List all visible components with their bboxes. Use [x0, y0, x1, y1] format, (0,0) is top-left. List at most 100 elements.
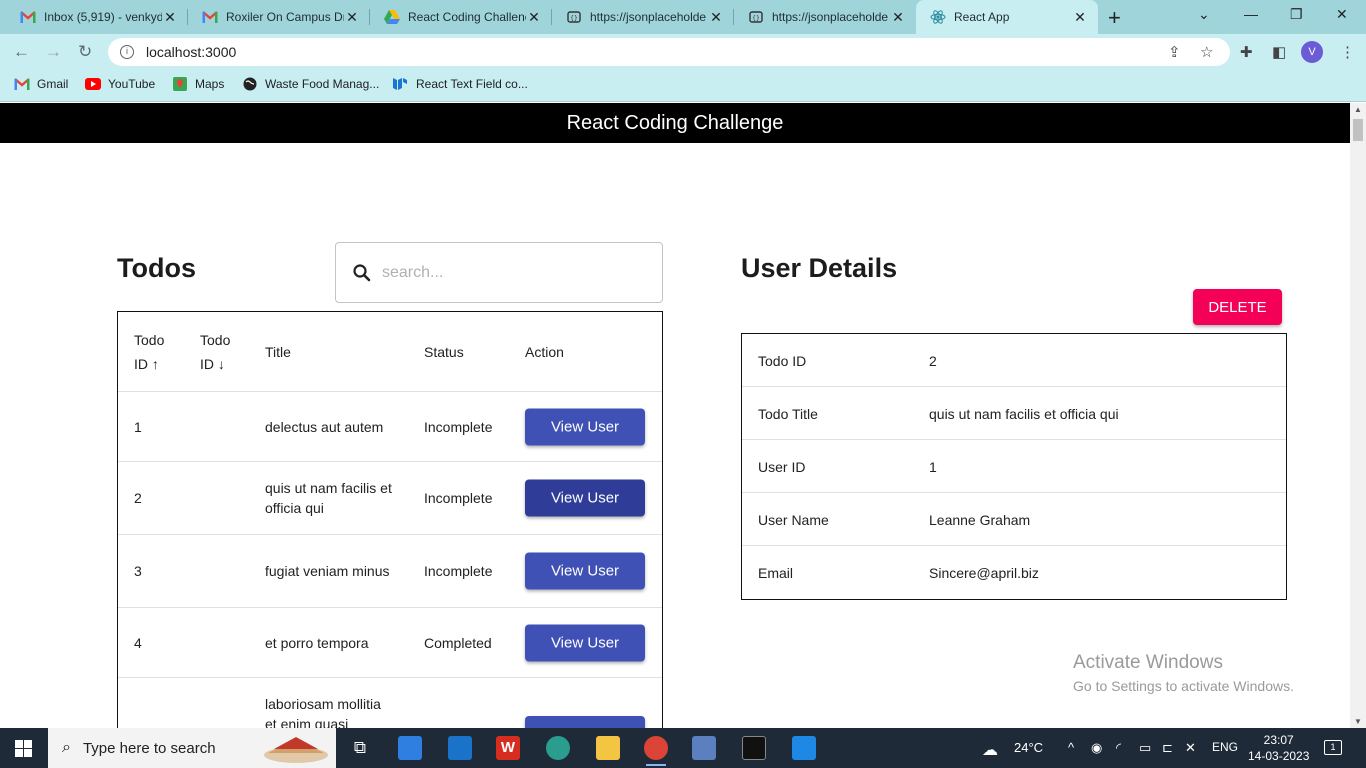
- browser-tab[interactable]: Inbox (5,919) - venkyd ✕: [6, 0, 188, 34]
- app-window-icon[interactable]: [692, 736, 716, 760]
- store-icon[interactable]: [398, 736, 422, 760]
- weather-temperature[interactable]: 24°C: [1014, 740, 1043, 755]
- profile-avatar[interactable]: V: [1301, 41, 1323, 63]
- scroll-down-icon[interactable]: ▼: [1354, 717, 1362, 726]
- close-window-icon[interactable]: ✕: [1336, 6, 1348, 23]
- bookmark-star-icon[interactable]: ☆: [1200, 43, 1213, 61]
- detail-value: 1: [929, 459, 937, 475]
- sort-id-ascending-header[interactable]: Todo ID ↑: [134, 328, 164, 376]
- sort-id-descending-header[interactable]: Todo ID ↓: [200, 328, 230, 376]
- minimize-icon[interactable]: —: [1244, 6, 1258, 22]
- tab-title: https://jsonplaceholde: [772, 10, 889, 24]
- view-user-button[interactable]: View User: [525, 479, 645, 517]
- todo-status: Completed: [424, 634, 492, 651]
- todo-id: 3: [134, 563, 142, 579]
- record-icon[interactable]: ◉: [1091, 740, 1102, 756]
- close-tab-icon[interactable]: ✕: [1072, 9, 1088, 26]
- clock-time: 23:07: [1263, 733, 1294, 747]
- globe-icon: {}: [566, 9, 582, 25]
- weather-icon[interactable]: ☁: [982, 740, 998, 760]
- tab-search-icon[interactable]: ⌄: [1198, 6, 1210, 23]
- bookmark-react-text-field[interactable]: React Text Field co...: [393, 77, 528, 91]
- wps-office-icon[interactable]: W: [496, 736, 520, 760]
- search-input[interactable]: [382, 263, 642, 282]
- new-tab-icon[interactable]: +: [1108, 5, 1121, 31]
- edge-icon[interactable]: [546, 736, 570, 760]
- detail-row: Email Sincere@april.biz: [742, 546, 1286, 599]
- address-text[interactable]: localhost:3000: [146, 44, 236, 60]
- battery-icon[interactable]: ▭: [1139, 740, 1151, 756]
- wifi-icon[interactable]: ◜: [1116, 740, 1121, 756]
- detail-label: Email: [758, 565, 794, 581]
- back-icon[interactable]: ←: [13, 42, 30, 62]
- browser-tab[interactable]: Roxiler On Campus Dr ✕: [188, 0, 370, 34]
- chrome-icon[interactable]: [644, 736, 668, 766]
- browser-tab[interactable]: {} https://jsonplaceholde ✕: [552, 0, 734, 34]
- view-user-button[interactable]: View User: [525, 408, 645, 445]
- extensions-icon[interactable]: ✚: [1240, 43, 1253, 61]
- windows-start-icon[interactable]: [15, 740, 32, 757]
- scroll-thumb[interactable]: [1353, 119, 1363, 141]
- detail-value: Sincere@april.biz: [929, 565, 1039, 581]
- close-tab-icon[interactable]: ✕: [162, 9, 178, 26]
- bookmark-gmail[interactable]: Gmail: [14, 77, 68, 91]
- table-row: 1 delectus aut autem Incomplete View Use…: [118, 392, 662, 462]
- search-icon: ⌕: [62, 739, 71, 756]
- taskbar-search[interactable]: ⌕ Type here to search: [48, 728, 336, 768]
- page-scrollbar[interactable]: ▲ ▼: [1350, 103, 1366, 728]
- bookmark-youtube[interactable]: YouTube: [85, 77, 155, 91]
- bookmark-label: Waste Food Manag...: [265, 77, 380, 91]
- terminal-icon[interactable]: [742, 736, 766, 760]
- reload-icon[interactable]: ↻: [78, 42, 92, 62]
- browser-tab[interactable]: {} https://jsonplaceholde ✕: [734, 0, 916, 34]
- tab-title: https://jsonplaceholde: [590, 10, 707, 24]
- delete-button[interactable]: DELETE: [1193, 289, 1282, 325]
- task-view-icon[interactable]: ⧉: [348, 736, 372, 760]
- show-hidden-icons-icon[interactable]: ^: [1068, 740, 1074, 755]
- address-bar[interactable]: i localhost:3000: [108, 38, 1230, 66]
- close-tab-icon[interactable]: ✕: [890, 9, 906, 26]
- todo-status: Incomplete: [424, 490, 493, 506]
- view-user-button[interactable]: View User: [525, 552, 645, 590]
- bookmark-maps[interactable]: Maps: [172, 77, 224, 91]
- side-panel-icon[interactable]: ◧: [1272, 43, 1286, 61]
- action-cell: View User: [525, 716, 645, 728]
- forward-icon[interactable]: →: [45, 42, 62, 62]
- network-icon[interactable]: ⊏: [1162, 740, 1173, 756]
- react-icon: [930, 9, 946, 25]
- user-details-table: Todo ID 2 Todo Title quis ut nam facilis…: [741, 333, 1287, 600]
- browser-tab-active[interactable]: React App ✕: [916, 0, 1098, 34]
- file-explorer-icon[interactable]: [596, 736, 620, 760]
- detail-row: Todo ID 2: [742, 334, 1286, 387]
- user-details-title: User Details: [741, 253, 898, 283]
- close-tab-icon[interactable]: ✕: [526, 9, 542, 26]
- detail-label: User ID: [758, 459, 806, 475]
- tab-title: React Coding Challenc: [408, 10, 526, 24]
- view-user-button[interactable]: View User: [525, 716, 645, 728]
- close-tab-icon[interactable]: ✕: [344, 9, 360, 26]
- detail-row: User Name Leanne Graham: [742, 493, 1286, 546]
- volume-muted-icon[interactable]: ✕: [1185, 740, 1196, 756]
- todos-title: Todos: [117, 253, 196, 283]
- app-header: React Coding Challenge: [0, 103, 1350, 143]
- vscode-icon[interactable]: [792, 736, 816, 760]
- share-icon[interactable]: ⇪: [1168, 43, 1181, 61]
- clock[interactable]: 23:07 14-03-2023: [1248, 732, 1309, 764]
- bookmark-waste-food[interactable]: Waste Food Manag...: [242, 77, 379, 91]
- notification-icon[interactable]: 1: [1324, 740, 1342, 755]
- bookmark-label: Maps: [195, 77, 225, 91]
- restore-icon[interactable]: ❐: [1290, 6, 1303, 23]
- input-language[interactable]: ENG: [1212, 740, 1238, 754]
- menu-icon[interactable]: ⋮: [1340, 43, 1355, 61]
- scroll-up-icon[interactable]: ▲: [1354, 105, 1362, 114]
- search-field[interactable]: [335, 242, 663, 303]
- clock-date: 14-03-2023: [1248, 749, 1310, 763]
- browser-toolbar: ← → ↻ i localhost:3000 ⇪ ☆ ✚ ◧ ⋮: [0, 34, 1366, 70]
- site-info-icon[interactable]: i: [120, 45, 134, 59]
- browser-tab[interactable]: React Coding Challenc ✕: [370, 0, 552, 34]
- mail-icon[interactable]: [448, 736, 472, 760]
- gmail-icon: [14, 77, 30, 91]
- close-tab-icon[interactable]: ✕: [708, 9, 724, 26]
- header-label: ID ↑: [134, 355, 159, 372]
- view-user-button[interactable]: View User: [525, 624, 645, 661]
